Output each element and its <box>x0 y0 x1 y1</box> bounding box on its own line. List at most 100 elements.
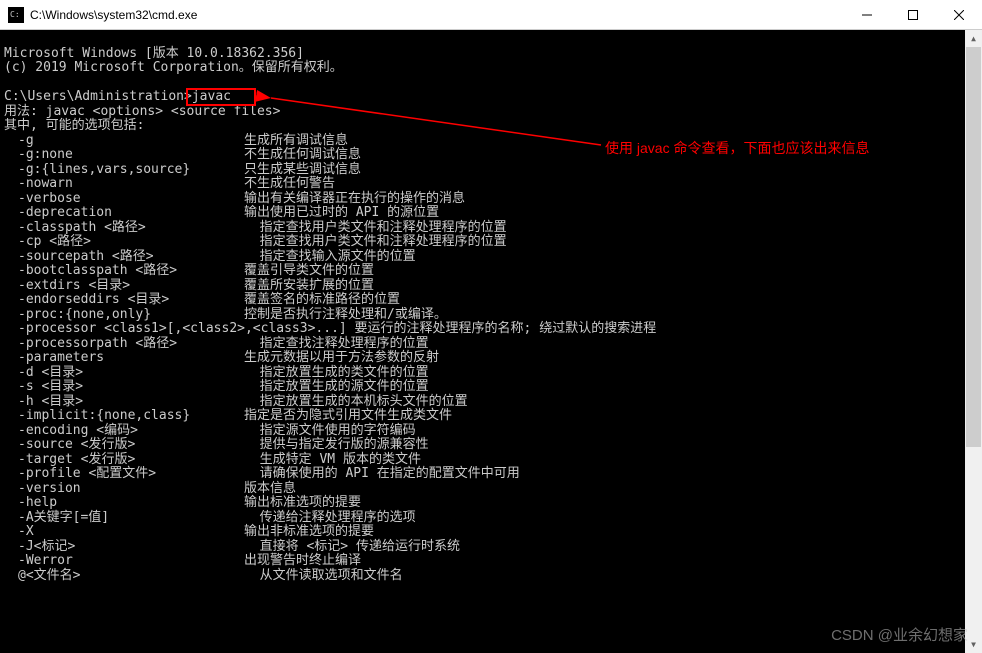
close-button[interactable] <box>936 0 982 29</box>
option-flag: -s <目录> <box>4 380 244 395</box>
option-row: -processor <class1>[,<class2>,<class3>..… <box>4 322 978 337</box>
option-flag: -cp <路径> <box>4 235 244 250</box>
usage-line2: 其中, 可能的选项包括: <box>4 118 144 133</box>
option-description: 指定查找输入源文件的位置 <box>244 250 416 265</box>
option-flag: -deprecation <box>4 206 244 221</box>
option-row: -proc:{none,only}控制是否执行注释处理和/或编译。 <box>4 308 978 323</box>
option-flag: -target <发行版> <box>4 453 244 468</box>
option-row: -help输出标准选项的提要 <box>4 496 978 511</box>
option-flag: -d <目录> <box>4 366 244 381</box>
option-flag: -endorseddirs <目录> <box>4 293 244 308</box>
option-description: 生成所有调试信息 <box>244 134 348 149</box>
option-description: 指定查找用户类文件和注释处理程序的位置 <box>244 235 507 250</box>
option-flag: -encoding <编码> <box>4 424 244 439</box>
cmd-icon: C: <box>8 7 24 23</box>
option-row: -verbose输出有关编译器正在执行的操作的消息 <box>4 192 978 207</box>
option-description: 输出使用已过时的 API 的源位置 <box>244 206 439 221</box>
maximize-button[interactable] <box>890 0 936 29</box>
option-row: -version版本信息 <box>4 482 978 497</box>
option-row: -source <发行版> 提供与指定发行版的源兼容性 <box>4 438 978 453</box>
option-description: 覆盖所安装扩展的位置 <box>244 279 374 294</box>
minimize-button[interactable] <box>844 0 890 29</box>
option-flag: -g <box>4 134 244 149</box>
option-flag: -source <发行版> <box>4 438 244 453</box>
option-flag: -processorpath <路径> <box>4 337 244 352</box>
option-flag: -extdirs <目录> <box>4 279 244 294</box>
option-flag: -g:none <box>4 148 244 163</box>
option-flag: -verbose <box>4 192 244 207</box>
option-description: 输出有关编译器正在执行的操作的消息 <box>244 192 465 207</box>
option-flag: -parameters <box>4 351 244 366</box>
option-row: -J<标记> 直接将 <标记> 传递给运行时系统 <box>4 540 978 555</box>
option-description: 提供与指定发行版的源兼容性 <box>244 438 429 453</box>
option-description: 不生成任何警告 <box>244 177 335 192</box>
annotation-text: 使用 javac 命令查看，下面也应该出来信息 <box>605 138 869 158</box>
option-description: 生成元数据以用于方法参数的反射 <box>244 351 439 366</box>
option-description: 指定源文件使用的字符编码 <box>244 424 416 439</box>
option-description: 指定放置生成的源文件的位置 <box>244 380 429 395</box>
window-titlebar: C: C:\Windows\system32\cmd.exe <box>0 0 982 30</box>
option-flag: -J<标记> <box>4 540 244 555</box>
terminal-output[interactable]: Microsoft Windows [版本 10.0.18362.356] (c… <box>0 30 982 653</box>
option-flag: -sourcepath <路径> <box>4 250 244 265</box>
scrollbar-thumb[interactable] <box>966 47 981 447</box>
window-controls <box>844 0 982 29</box>
option-flag: -X <box>4 525 244 540</box>
option-row: -deprecation输出使用已过时的 API 的源位置 <box>4 206 978 221</box>
option-description: 指定是否为隐式引用文件生成类文件 <box>244 409 452 424</box>
option-description: 输出标准选项的提要 <box>244 496 361 511</box>
option-row: -nowarn不生成任何警告 <box>4 177 978 192</box>
option-flag: -implicit:{none,class} <box>4 409 244 424</box>
option-row: -classpath <路径> 指定查找用户类文件和注释处理程序的位置 <box>4 221 978 236</box>
option-flag: -bootclasspath <路径> <box>4 264 244 279</box>
option-description: 生成特定 VM 版本的类文件 <box>244 453 421 468</box>
option-description: 只生成某些调试信息 <box>244 163 361 178</box>
option-description: 指定查找注释处理程序的位置 <box>244 337 429 352</box>
option-row: -encoding <编码> 指定源文件使用的字符编码 <box>4 424 978 439</box>
option-flag: @<文件名> <box>4 569 244 584</box>
prompt-command: javac <box>192 89 231 104</box>
copyright-line: (c) 2019 Microsoft Corporation。保留所有权利。 <box>4 60 343 75</box>
option-flag: -processor <class1>[,<class2>,<class3>..… <box>4 322 656 337</box>
vertical-scrollbar[interactable]: ▲ ▼ <box>965 30 982 653</box>
option-description: 指定放置生成的本机标头文件的位置 <box>244 395 468 410</box>
option-description: 版本信息 <box>244 482 296 497</box>
option-row: -s <目录> 指定放置生成的源文件的位置 <box>4 380 978 395</box>
option-row: -g:{lines,vars,source}只生成某些调试信息 <box>4 163 978 178</box>
option-row: -sourcepath <路径> 指定查找输入源文件的位置 <box>4 250 978 265</box>
option-row: -profile <配置文件> 请确保使用的 API 在指定的配置文件中可用 <box>4 467 978 482</box>
scroll-up-arrow[interactable]: ▲ <box>965 30 982 47</box>
option-row: @<文件名> 从文件读取选项和文件名 <box>4 569 978 584</box>
option-flag: -help <box>4 496 244 511</box>
option-row: -h <目录> 指定放置生成的本机标头文件的位置 <box>4 395 978 410</box>
option-row: -endorseddirs <目录>覆盖签名的标准路径的位置 <box>4 293 978 308</box>
option-flag: -profile <配置文件> <box>4 467 244 482</box>
option-description: 控制是否执行注释处理和/或编译。 <box>244 308 447 323</box>
option-description: 覆盖签名的标准路径的位置 <box>244 293 400 308</box>
option-flag: -h <目录> <box>4 395 244 410</box>
option-row: -processorpath <路径> 指定查找注释处理程序的位置 <box>4 337 978 352</box>
option-flag: -proc:{none,only} <box>4 308 244 323</box>
option-row: -target <发行版> 生成特定 VM 版本的类文件 <box>4 453 978 468</box>
option-flag: -classpath <路径> <box>4 221 244 236</box>
option-description: 出现警告时终止编译 <box>244 554 361 569</box>
option-flag: -nowarn <box>4 177 244 192</box>
version-line: Microsoft Windows [版本 10.0.18362.356] <box>4 46 304 61</box>
option-description: 覆盖引导类文件的位置 <box>244 264 374 279</box>
option-row: -bootclasspath <路径>覆盖引导类文件的位置 <box>4 264 978 279</box>
watermark: CSDN @业余幻想家 <box>831 624 968 645</box>
option-flag: -version <box>4 482 244 497</box>
option-description: 请确保使用的 API 在指定的配置文件中可用 <box>244 467 520 482</box>
option-row: -extdirs <目录>覆盖所安装扩展的位置 <box>4 279 978 294</box>
option-description: 指定查找用户类文件和注释处理程序的位置 <box>244 221 507 236</box>
option-flag: -Werror <box>4 554 244 569</box>
option-row: -X输出非标准选项的提要 <box>4 525 978 540</box>
window-title: C:\Windows\system32\cmd.exe <box>30 8 844 22</box>
option-description: 直接将 <标记> 传递给运行时系统 <box>244 540 460 555</box>
option-row: -parameters生成元数据以用于方法参数的反射 <box>4 351 978 366</box>
option-row: -cp <路径> 指定查找用户类文件和注释处理程序的位置 <box>4 235 978 250</box>
option-flag: -g:{lines,vars,source} <box>4 163 244 178</box>
option-row: -implicit:{none,class}指定是否为隐式引用文件生成类文件 <box>4 409 978 424</box>
prompt-path: C:\Users\Administration> <box>4 89 192 104</box>
option-row: -d <目录> 指定放置生成的类文件的位置 <box>4 366 978 381</box>
